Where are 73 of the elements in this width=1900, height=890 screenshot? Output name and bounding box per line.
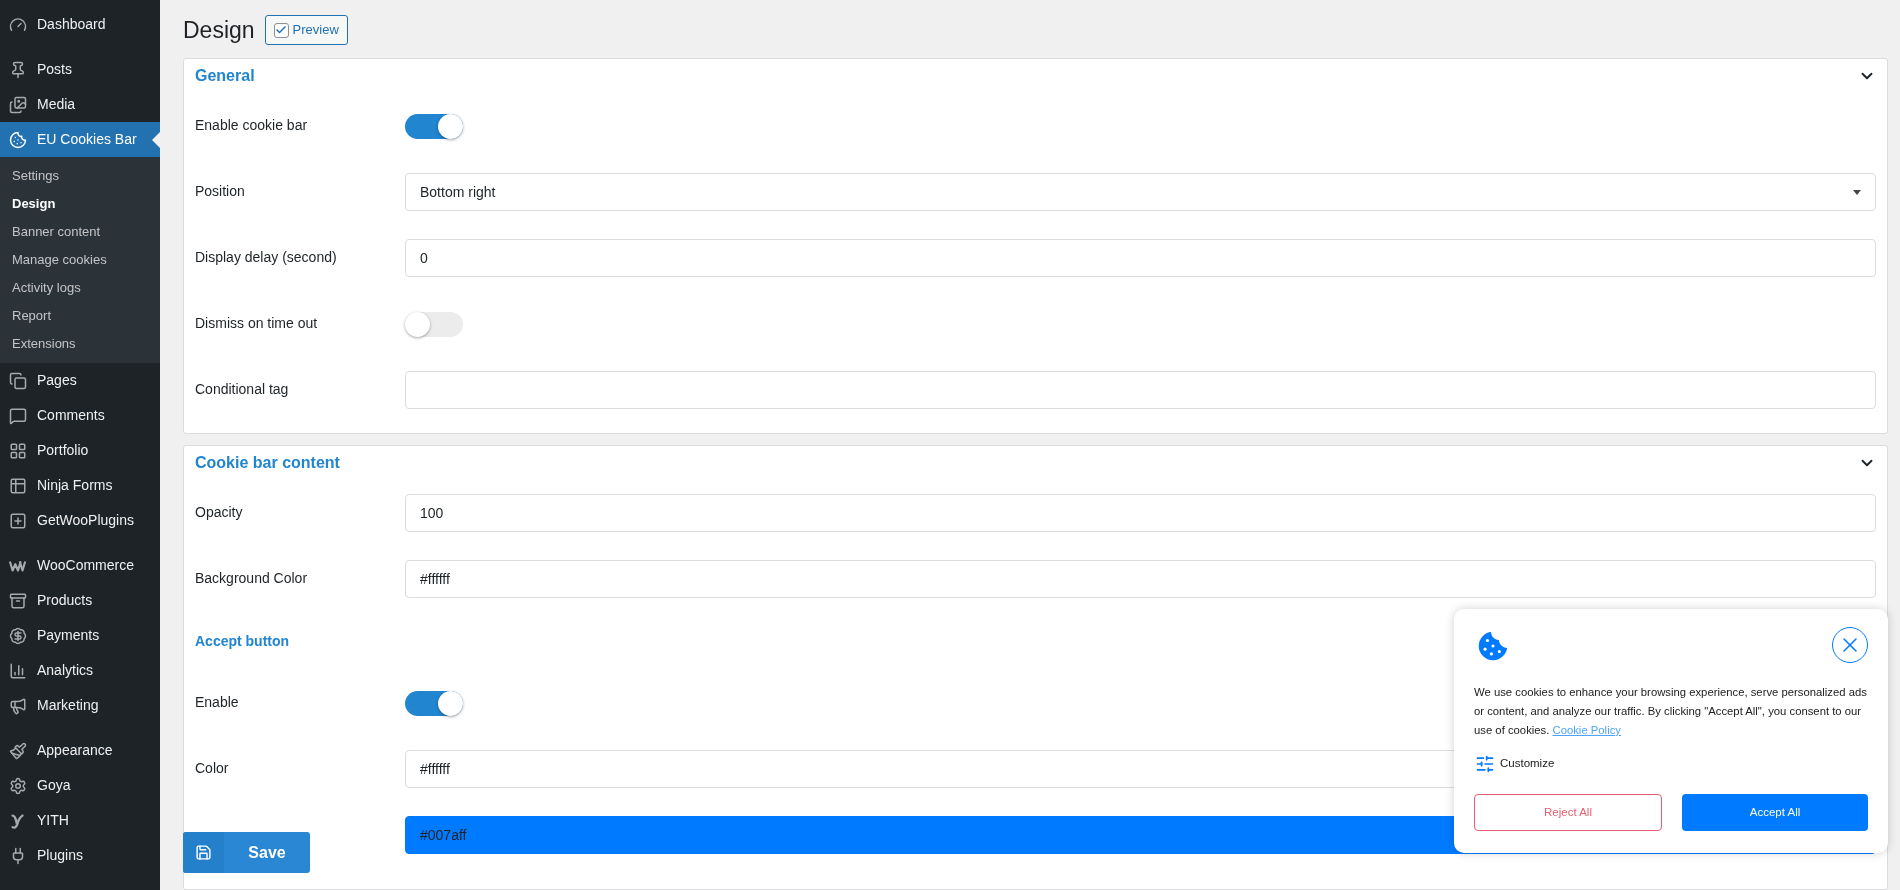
toggle-switch[interactable]	[405, 690, 463, 716]
submenu-item[interactable]: Design	[0, 190, 160, 218]
field-label: Dismiss on time out	[195, 314, 319, 333]
dollar-badge-icon	[9, 626, 27, 645]
check-icon	[275, 24, 288, 36]
submenu-item[interactable]: Manage cookies	[0, 246, 160, 274]
field-label: Enable cookie bar	[195, 116, 309, 135]
field-label: Display delay (second)	[195, 248, 338, 267]
field-label: Opacity	[195, 503, 244, 522]
section-heading: General	[195, 66, 256, 86]
position-dropdown[interactable]: Bottom right	[405, 173, 1876, 211]
images-icon	[9, 95, 27, 114]
input-field[interactable]	[405, 371, 1876, 409]
sidebar-item[interactable]: Pages	[0, 363, 160, 398]
archive-icon	[9, 591, 27, 610]
sidebar-item[interactable]: Goya	[0, 768, 160, 803]
sliders-icon	[1474, 754, 1496, 774]
sidebar-item[interactable]: Posts	[0, 52, 160, 87]
submenu-item[interactable]: Report	[0, 302, 160, 330]
submenu-item[interactable]: Extensions	[0, 330, 160, 358]
sidebar-item[interactable]: EU Cookies Bar	[0, 122, 160, 157]
color-field[interactable]: #ffffff	[405, 560, 1876, 598]
accept-button[interactable]: Accept All	[1682, 794, 1868, 831]
grid-icon	[9, 441, 27, 460]
sidebar-item[interactable]: Payments	[0, 618, 160, 653]
gear-icon	[9, 776, 27, 795]
preview-button[interactable]: Preview	[264, 15, 348, 45]
sidebar-item[interactable]: Marketing	[0, 688, 160, 723]
toggle-switch[interactable]	[405, 113, 463, 139]
caret-icon	[1853, 189, 1861, 195]
sidebar-item[interactable]: Appearance	[0, 733, 160, 768]
toggle-switch[interactable]	[405, 311, 463, 337]
sidebar-item[interactable]: Portfolio	[0, 433, 160, 468]
sidebar-item[interactable]: GetWooPlugins	[0, 503, 160, 538]
megaphone-icon	[9, 696, 27, 715]
field-label: Color	[195, 759, 230, 778]
section-heading: Cookie bar content	[195, 453, 341, 473]
sidebar-item[interactable]: Ninja Forms	[0, 468, 160, 503]
form-icon	[9, 476, 27, 495]
bar-chart-icon	[9, 661, 27, 680]
gauge-icon	[9, 15, 27, 34]
pages-icon	[9, 371, 27, 390]
brush-icon	[9, 741, 27, 760]
field-label: Background Color	[195, 569, 309, 588]
page-title: Design	[183, 15, 255, 45]
cookie-message: We use cookies to enhance your browsing experience, serve personalized ads or content, and analyze our traffic. By clicking "Accept All", you consent to our use of cookies. Cookie Policy	[1474, 685, 1868, 738]
submenu-item[interactable]: Banner content	[0, 218, 160, 246]
save-icon	[195, 844, 212, 861]
customize-link[interactable]: Customize	[1474, 754, 1555, 774]
field-label: Position	[195, 182, 246, 201]
field-label: Enable	[195, 693, 240, 712]
y-letter-icon	[9, 811, 27, 830]
sidebar-item[interactable]: Plugins	[0, 838, 160, 873]
sidebar-item[interactable]: Comments	[0, 398, 160, 433]
input-field[interactable]: 100	[405, 494, 1876, 532]
pin-icon	[9, 60, 27, 79]
sidebar-item[interactable]: Analytics	[0, 653, 160, 688]
save-button[interactable]: Save	[183, 832, 310, 873]
sidebar-item[interactable]: Media	[0, 87, 160, 122]
checkbox[interactable]	[273, 22, 289, 38]
current-page-notch-icon	[152, 132, 160, 148]
sidebar-item[interactable]: WooCommerce	[0, 548, 160, 583]
plus-square-icon	[9, 511, 27, 530]
field-label: Conditional tag	[195, 380, 290, 399]
subsection-heading: Accept button	[195, 631, 290, 651]
cookie-icon	[9, 130, 27, 149]
sidebar-item[interactable]: Products	[0, 583, 160, 618]
submenu-item[interactable]: Settings	[0, 162, 160, 190]
sidebar-item[interactable]: Dashboard	[0, 7, 160, 42]
submenu-item[interactable]: Activity logs	[0, 274, 160, 302]
speech-bubble-icon	[9, 406, 27, 425]
sidebar-item[interactable]: YITH	[0, 803, 160, 838]
input-field[interactable]: 0	[405, 239, 1876, 277]
